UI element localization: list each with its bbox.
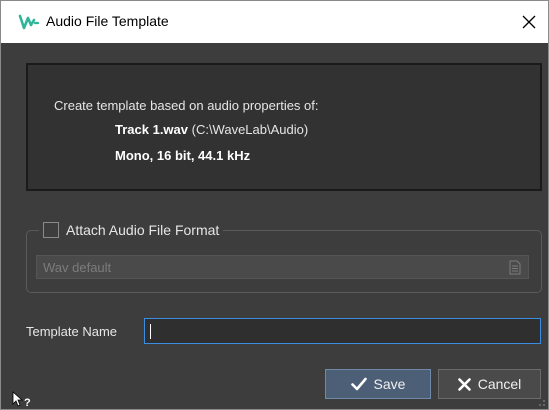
close-button[interactable] — [514, 7, 544, 37]
attach-format-legend: Attach Audio File Format — [39, 219, 224, 241]
intro-text: Create template based on audio propertie… — [54, 98, 319, 113]
attach-format-checkbox[interactable] — [43, 222, 59, 238]
save-button[interactable]: Save — [325, 369, 431, 399]
audio-format-field: Wav default — [36, 255, 529, 279]
audio-format-value: Wav default — [43, 260, 112, 275]
wavelab-logo-icon — [18, 14, 40, 30]
cancel-label: Cancel — [477, 376, 522, 392]
template-name-label: Template Name — [26, 324, 118, 339]
svg-text:?: ? — [24, 397, 31, 408]
audio-properties-panel: Create template based on audio propertie… — [26, 63, 542, 191]
attach-format-label[interactable]: Attach Audio File Format — [66, 222, 219, 238]
template-name-input[interactable] — [144, 318, 541, 344]
checkmark-icon — [350, 377, 367, 391]
source-file: Track 1.wav (C:\WaveLab\Audio) — [115, 122, 308, 137]
x-icon — [457, 377, 471, 391]
close-icon — [522, 15, 536, 29]
save-label: Save — [373, 376, 406, 392]
audio-properties: Mono, 16 bit, 44.1 kHz — [115, 148, 251, 163]
file-name: Track 1.wav — [115, 122, 188, 137]
title-bar: Audio File Template — [1, 1, 548, 43]
text-cursor — [150, 324, 151, 339]
window-title: Audio File Template — [46, 13, 169, 29]
file-path: (C:\WaveLab\Audio) — [188, 122, 309, 137]
dialog-body: Create template based on audio propertie… — [1, 43, 548, 409]
resize-grip-icon[interactable] — [536, 397, 546, 407]
document-list-icon — [509, 260, 521, 275]
cancel-button[interactable]: Cancel — [438, 369, 541, 399]
whats-this-help-icon[interactable]: ? — [10, 390, 34, 408]
audio-file-template-dialog: Audio File Template Create template base… — [0, 0, 549, 410]
